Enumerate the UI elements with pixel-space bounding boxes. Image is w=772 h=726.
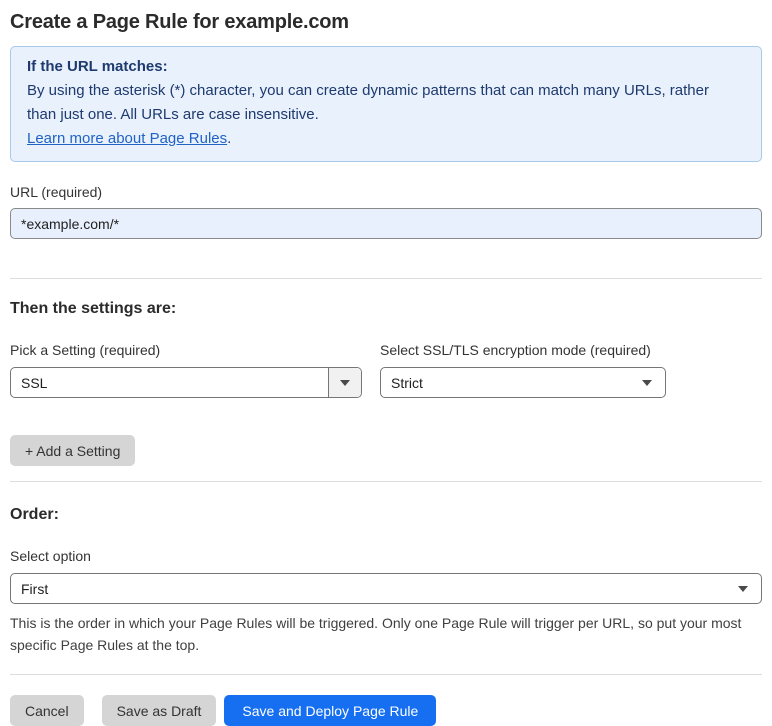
link-period: .	[227, 130, 232, 147]
order-heading: Order:	[10, 506, 59, 523]
settings-heading: Then the settings are:	[10, 300, 177, 317]
order-select-label: Select option	[10, 548, 91, 564]
ssl-mode-dropdown[interactable]: Strict	[380, 367, 666, 398]
info-box-body: By using the asterisk (*) character, you…	[27, 82, 709, 123]
divider	[10, 481, 762, 482]
url-label: URL (required)	[10, 184, 103, 200]
add-setting-button[interactable]: + Add a Setting	[10, 435, 136, 466]
setting-picker-column: Pick a Setting (required) SSL	[10, 342, 362, 398]
chevron-down-icon	[340, 379, 350, 386]
order-value: First	[21, 580, 49, 597]
setting-picker-value: SSL	[21, 374, 48, 391]
ssl-mode-label: Select SSL/TLS encryption mode (required…	[380, 342, 651, 358]
chevron-down-icon	[642, 379, 652, 386]
divider	[10, 674, 762, 675]
divider	[10, 278, 762, 279]
setting-picker-dropdown[interactable]: SSL	[10, 367, 362, 398]
chevron-down-icon	[738, 585, 748, 592]
info-link-line: Learn more about Page Rules.	[27, 127, 745, 151]
order-help-text: This is the order in which your Page Rul…	[10, 615, 742, 653]
create-page-rule-form: Create a Page Rule for example.com If th…	[0, 0, 772, 726]
ssl-mode-column: Select SSL/TLS encryption mode (required…	[380, 342, 666, 398]
page-title: Create a Page Rule for example.com	[10, 11, 349, 33]
order-dropdown[interactable]: First	[10, 573, 762, 604]
learn-more-link[interactable]: Learn more about Page Rules	[27, 130, 227, 147]
setting-picker-arrow-section[interactable]	[328, 368, 361, 397]
settings-row: Pick a Setting (required) SSL Select SSL…	[10, 342, 762, 398]
info-box-heading: If the URL matches:	[27, 58, 168, 75]
url-input[interactable]	[10, 208, 762, 239]
url-match-info-box: If the URL matches: By using the asteris…	[10, 46, 762, 162]
setting-picker-label: Pick a Setting (required)	[10, 342, 161, 358]
ssl-mode-value: Strict	[391, 374, 423, 391]
